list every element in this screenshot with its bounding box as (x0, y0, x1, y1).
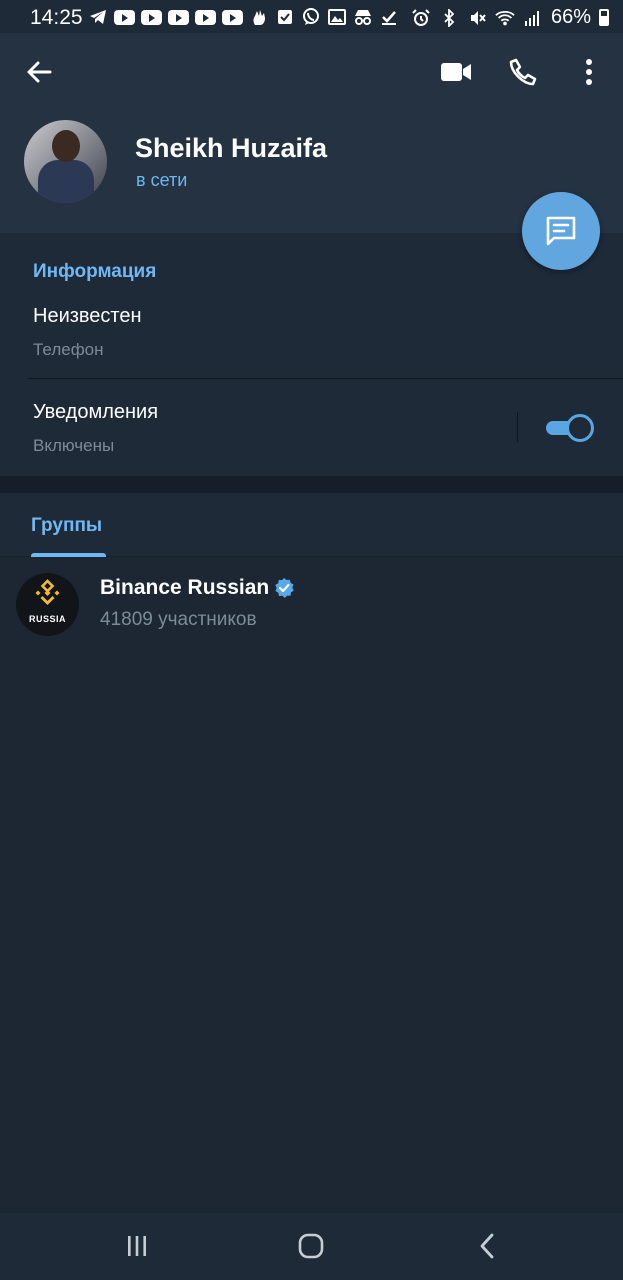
separator (517, 412, 518, 442)
youtube-icon (168, 9, 189, 25)
verified-badge-icon (275, 578, 294, 598)
divider (28, 378, 623, 379)
groups-section: Группы RUSSIA Binance Russian 41809 учас… (0, 493, 623, 1213)
viber-icon (301, 8, 321, 26)
recents-button[interactable] (120, 1231, 154, 1261)
home-icon (298, 1233, 324, 1259)
youtube-icon (114, 9, 135, 25)
back-nav-button[interactable] (470, 1231, 504, 1261)
youtube-icon (222, 9, 243, 25)
telegram-icon (88, 8, 108, 26)
home-button[interactable] (294, 1231, 328, 1261)
battery-percent: 66% (550, 6, 591, 28)
more-vert-icon (586, 59, 592, 85)
info-section-title: Информация (33, 261, 157, 282)
video-call-button[interactable] (438, 57, 474, 87)
tab-indicator (31, 553, 106, 557)
notifications-value: Включены (33, 436, 115, 455)
profile-header: Sheikh Huzaifa в сети (0, 33, 623, 233)
info-section: Информация Неизвестен Телефон Уведомлени… (0, 233, 623, 476)
status-time: 14:25 (30, 6, 83, 29)
wifi-icon (495, 9, 515, 27)
message-icon (546, 216, 576, 246)
arrow-left-icon (27, 61, 52, 83)
tab-groups[interactable]: Группы (31, 515, 102, 537)
phone-label: Телефон (33, 340, 104, 359)
contact-name: Sheikh Huzaifa (135, 133, 328, 163)
system-nav-bar (0, 1213, 623, 1280)
gallery-icon (327, 8, 347, 26)
battery-icon (599, 9, 609, 26)
notification-icons (88, 8, 399, 26)
send-message-button[interactable] (522, 192, 600, 270)
phone-value: Неизвестен (33, 305, 142, 327)
contact-avatar[interactable] (24, 120, 107, 203)
phone-icon (509, 58, 537, 86)
mute-icon (467, 9, 487, 27)
video-call-icon (441, 63, 471, 81)
check-icon (379, 8, 399, 26)
bluetooth-icon (439, 8, 459, 27)
youtube-icon (141, 9, 162, 25)
tab-bar: Группы (0, 493, 623, 557)
incognito-icon (353, 8, 373, 26)
alarm-icon (411, 8, 431, 27)
signal-icon (523, 9, 543, 27)
notifications-toggle[interactable] (546, 414, 594, 442)
system-icons: 66% (411, 6, 609, 29)
group-member-count: 41809 участников (100, 609, 257, 630)
notifications-title: Уведомления (33, 401, 159, 423)
group-avatar-caption: RUSSIA (28, 614, 66, 624)
group-name: Binance Russian (100, 576, 270, 599)
recents-icon (128, 1236, 146, 1256)
hand-icon (249, 8, 269, 26)
group-avatar: RUSSIA (16, 573, 79, 636)
youtube-icon (195, 9, 216, 25)
back-icon (480, 1233, 494, 1259)
checkbox-icon (275, 8, 295, 26)
status-bar: 14:25 66% (0, 0, 623, 33)
group-list-item[interactable]: RUSSIA Binance Russian 41809 участников (0, 563, 623, 643)
more-options-button[interactable] (578, 55, 600, 89)
contact-status: в сети (136, 170, 188, 190)
call-button[interactable] (506, 55, 540, 89)
back-button[interactable] (20, 57, 58, 87)
binance-logo-icon (35, 579, 60, 605)
section-gap (0, 476, 623, 493)
